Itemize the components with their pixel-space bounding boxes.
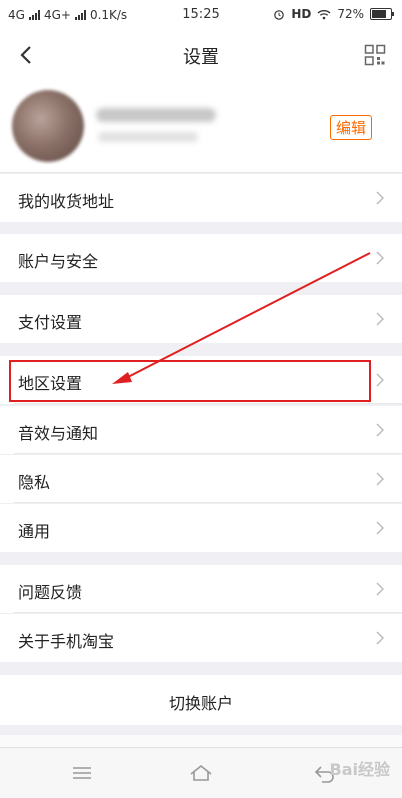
- status-bar: 4G 4G+ 0.1K/s 15:25 HD 72%: [0, 0, 402, 30]
- menu-item-shipping-address[interactable]: 我的收货地址: [0, 174, 402, 222]
- switch-account-button[interactable]: 切换账户: [0, 675, 402, 725]
- battery-percent: 72%: [337, 7, 364, 21]
- menu-item-region-settings[interactable]: 地区设置: [0, 356, 402, 404]
- menu-item-sound-notifications[interactable]: 音效与通知: [0, 406, 402, 454]
- divider: [14, 453, 402, 454]
- menu-item-label: 地区设置: [18, 374, 83, 393]
- chevron-right-icon: [376, 472, 384, 486]
- divider: [14, 612, 402, 613]
- chevron-right-icon: [376, 631, 384, 645]
- switch-account-label: 切换账户: [168, 694, 233, 713]
- menu-item-privacy[interactable]: 隐私: [0, 455, 402, 503]
- menu-item-label: 隐私: [18, 473, 51, 492]
- chevron-right-icon: [376, 251, 384, 265]
- menu-item-about[interactable]: 关于手机淘宝: [0, 614, 402, 662]
- hd-badge: HD: [291, 7, 312, 21]
- watermark: Bai经验: [329, 760, 390, 779]
- system-nav-bar: Bai经验: [0, 747, 402, 798]
- blurred-username: [96, 108, 216, 122]
- alarm-icon: [274, 10, 285, 20]
- menu-item-feedback[interactable]: 问题反馈: [0, 565, 402, 613]
- avatar[interactable]: [12, 90, 84, 162]
- menu-item-payment-settings[interactable]: 支付设置: [0, 295, 402, 343]
- qr-code-icon[interactable]: [364, 44, 386, 66]
- menu-item-label: 音效与通知: [18, 424, 99, 443]
- chevron-right-icon: [376, 582, 384, 596]
- status-right: HD 72%: [273, 7, 394, 21]
- blurred-user-info: [98, 132, 198, 142]
- chevron-right-icon: [376, 373, 384, 387]
- menu-icon[interactable]: [70, 762, 94, 784]
- divider: [14, 502, 402, 503]
- menu-item-label: 通用: [18, 522, 51, 541]
- menu-item-label: 账户与安全: [18, 252, 99, 271]
- chevron-right-icon: [376, 521, 384, 535]
- nav-bar: 设置: [0, 30, 402, 80]
- wifi-icon: [317, 9, 331, 19]
- chevron-right-icon: [376, 312, 384, 326]
- menu-item-label: 支付设置: [18, 313, 83, 332]
- menu-item-label: 问题反馈: [18, 583, 83, 602]
- chevron-right-icon: [376, 423, 384, 437]
- chevron-right-icon: [376, 191, 384, 205]
- profile-card[interactable]: 编辑: [0, 80, 402, 173]
- menu-item-label: 关于手机淘宝: [18, 632, 115, 651]
- page-title: 设置: [183, 47, 219, 68]
- menu-item-general[interactable]: 通用: [0, 504, 402, 552]
- home-icon[interactable]: [189, 762, 213, 784]
- divider: [14, 403, 402, 404]
- battery-icon: [370, 8, 394, 20]
- menu-item-label: 我的收货地址: [18, 192, 115, 211]
- menu-item-account-security[interactable]: 账户与安全: [0, 234, 402, 282]
- bottom-strip: [0, 735, 402, 747]
- edit-profile-button[interactable]: 编辑: [329, 115, 372, 140]
